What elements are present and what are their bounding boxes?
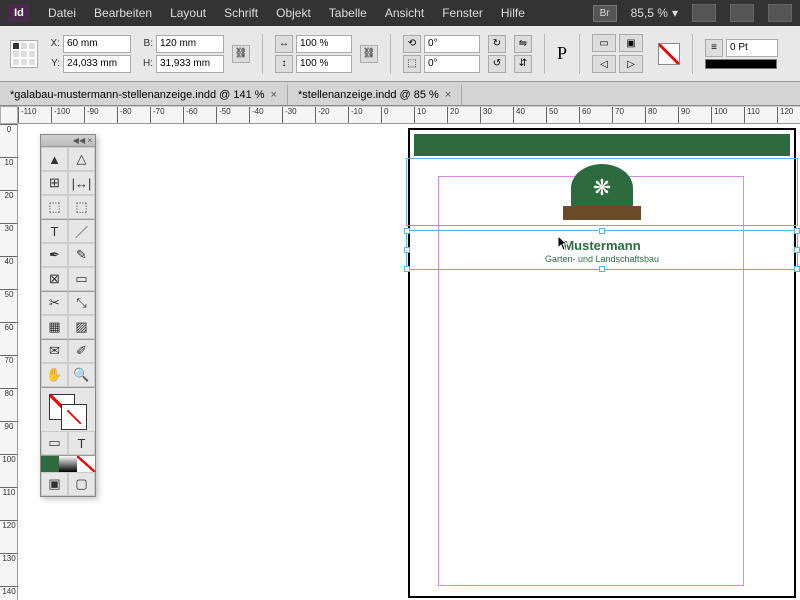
menu-tabelle[interactable]: Tabelle [329,6,367,20]
control-bar: X: Y: B: H: ⛓ ↔ ↕ ⛓ ⟲ ⬚ ↻ ↺ ⇋ ⇵ P ▭ ▣ ◁ … [0,26,800,82]
w-input[interactable] [156,35,224,53]
shear-input[interactable] [424,55,480,73]
menu-ansicht[interactable]: Ansicht [385,6,424,20]
note-tool[interactable]: ✉ [41,339,68,363]
content-collector-tool[interactable]: ⬚ [41,195,68,219]
ruler-horizontal[interactable]: -110-100-90-80-70-60-50-40-30-20-1001020… [18,106,800,124]
menu-layout[interactable]: Layout [170,6,206,20]
tools-panel[interactable]: ◀◀ × ▲ △ ⊞ |↔| ⬚ ⬚ T ／ ✒ ✎ ⊠ ▭ ✂ ⤡ ▦ ▨ ✉… [40,134,96,497]
stroke-style[interactable] [705,59,777,69]
zoom-tool[interactable]: 🔍 [68,363,95,387]
eyedropper-tool[interactable]: ✐ [68,339,95,363]
x-label: X: [46,38,60,49]
bridge-button[interactable]: Br [593,5,617,22]
close-icon[interactable]: × [445,89,451,101]
reference-point[interactable] [10,40,38,68]
constrain-scale-icon[interactable]: ⛓ [360,45,378,63]
scale-x-icon: ↔ [275,35,293,53]
w-label: B: [139,38,153,49]
menu-hilfe[interactable]: Hilfe [501,6,525,20]
scissors-tool[interactable]: ✂ [41,291,68,315]
menu-bearbeiten[interactable]: Bearbeiten [94,6,152,20]
gradient-swatch-tool[interactable]: ▦ [41,315,68,339]
app-logo: Id [8,4,30,22]
menubar: Id Datei Bearbeiten Layout Schrift Objek… [0,0,800,26]
hand-tool[interactable]: ✋ [41,363,68,387]
select-container-icon[interactable]: ▭ [592,34,616,52]
selection-frame-outer[interactable] [406,158,798,226]
header-bar[interactable] [414,134,790,156]
content-placer-tool[interactable]: ⬚ [68,195,95,219]
rotate-ccw-icon[interactable]: ↺ [488,55,506,73]
fill-stroke-swatches[interactable] [41,387,95,431]
paragraph-p-icon: P [557,43,567,64]
menu-objekt[interactable]: Objekt [276,6,311,20]
stroke-weight-input[interactable] [726,39,778,57]
doc-tab-1[interactable]: *stellenanzeige.indd @ 85 %× [288,85,462,105]
apply-color[interactable] [41,456,59,472]
stroke-weight-icon: ≡ [705,39,723,57]
free-transform-tool[interactable]: ⤡ [68,291,95,315]
fill-swatch[interactable] [658,43,680,65]
arrange-icon[interactable] [768,4,792,22]
zoom-level[interactable]: 85,5 % ▾ [631,6,678,20]
canvas[interactable]: ❋ Mustermann Garten- und Landschaftsbau [18,124,800,600]
rectangle-tool[interactable]: ▭ [68,267,95,291]
view-options-icon[interactable] [692,4,716,22]
rotate-cw-icon[interactable]: ↻ [488,35,506,53]
rectangle-frame-tool[interactable]: ⊠ [41,267,68,291]
apply-gradient[interactable] [59,456,77,472]
shear-icon: ⬚ [403,55,421,73]
gap-tool[interactable]: |↔| [68,171,95,195]
menu-schrift[interactable]: Schrift [224,6,258,20]
pencil-tool[interactable]: ✎ [68,243,95,267]
pen-tool[interactable]: ✒ [41,243,68,267]
ruler-origin[interactable] [0,106,18,124]
gradient-feather-tool[interactable]: ▨ [68,315,95,339]
constrain-icon[interactable]: ⛓ [232,45,250,63]
x-input[interactable] [63,35,131,53]
screen-mode-icon[interactable] [730,4,754,22]
direct-selection-tool[interactable]: △ [68,147,95,171]
chevron-down-icon: ▾ [672,6,678,20]
rotate-icon: ⟲ [403,35,421,53]
flip-v-icon[interactable]: ⇵ [514,55,532,73]
close-icon[interactable]: × [271,89,277,101]
select-prev-icon[interactable]: ◁ [592,55,616,73]
line-tool[interactable]: ／ [68,219,95,243]
formatting-text-icon[interactable]: T [68,431,95,455]
document-page[interactable]: ❋ Mustermann Garten- und Landschaftsbau [408,128,796,598]
doc-tab-0[interactable]: *galabau-mustermann-stellenanzeige.indd … [0,85,288,105]
document-tabs: *galabau-mustermann-stellenanzeige.indd … [0,82,800,106]
color-apply-row[interactable] [41,455,95,472]
page-tool[interactable]: ⊞ [41,171,68,195]
y-label: Y: [46,58,60,69]
h-label: H: [139,58,153,69]
menu-fenster[interactable]: Fenster [442,6,483,20]
menu-datei[interactable]: Datei [48,6,76,20]
h-input[interactable] [156,55,224,73]
scale-x-input[interactable] [296,35,352,53]
select-content-icon[interactable]: ▣ [619,34,643,52]
view-mode-preview[interactable]: ▢ [68,472,95,496]
select-next-icon[interactable]: ▷ [619,55,643,73]
ruler-vertical[interactable]: 0102030405060708090100110120130140 [0,124,18,600]
flip-h-icon[interactable]: ⇋ [514,35,532,53]
rotate-input[interactable] [424,35,480,53]
view-mode-normal[interactable]: ▣ [41,472,68,496]
selection-tool[interactable]: ▲ [41,147,68,171]
panel-header[interactable]: ◀◀ × [41,135,95,147]
apply-none[interactable] [77,456,95,472]
type-tool[interactable]: T [41,219,68,243]
selection-frame[interactable] [406,230,798,270]
formatting-container-icon[interactable]: ▭ [41,431,68,455]
stroke-swatch-large[interactable] [61,404,87,430]
scale-y-icon: ↕ [275,55,293,73]
scale-y-input[interactable] [296,55,352,73]
y-input[interactable] [63,55,131,73]
